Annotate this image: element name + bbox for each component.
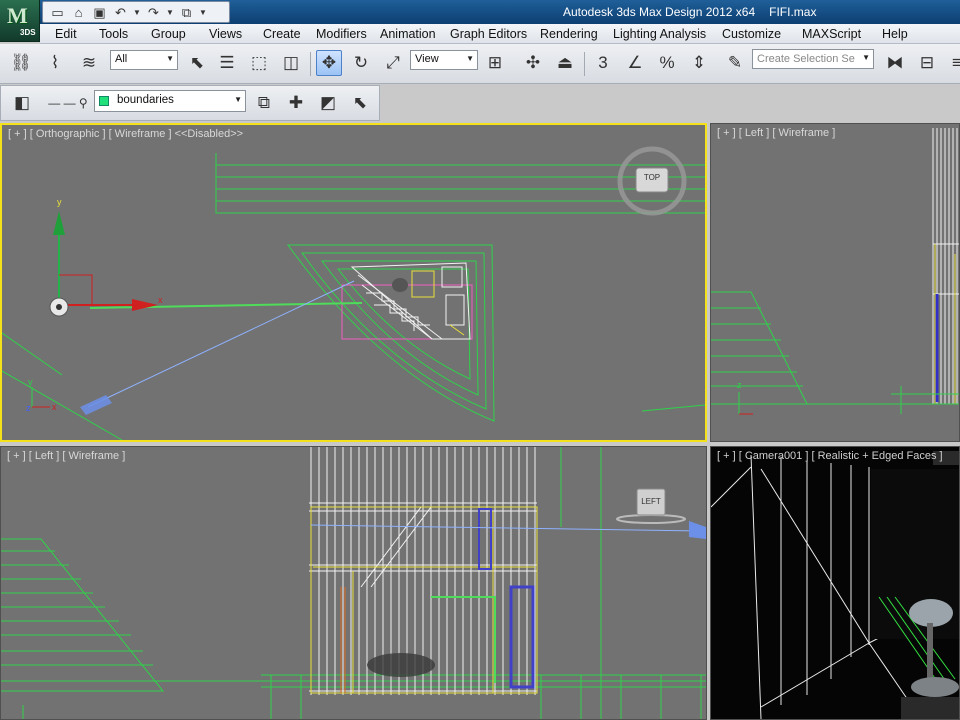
menu-graph-editors[interactable]: Graph Editors — [450, 27, 527, 41]
menu-tools[interactable]: Tools — [99, 27, 128, 41]
qat-dropdown-icon[interactable]: ▼ — [199, 8, 207, 17]
set-current-layer-icon[interactable]: ⬉ — [347, 90, 373, 116]
menu-animation[interactable]: Animation — [380, 27, 436, 41]
quick-access-toolbar: ▭ ⌂ ▣ ↶ ▼ ↷ ▼ ⧉ ▼ — [42, 1, 230, 23]
menu-lighting-analysis[interactable]: Lighting Analysis — [613, 27, 706, 41]
svg-text:y: y — [28, 377, 33, 387]
orthographic-wireframe: y x y x z — [2, 146, 705, 440]
create-new-layer-icon[interactable]: ⧉ — [251, 90, 277, 116]
selection-filter-dropdown[interactable]: All — [110, 50, 178, 70]
new-file-icon[interactable]: ▭ — [49, 4, 66, 21]
unlink-icon[interactable]: ⌇ — [42, 50, 68, 76]
layer-manager-icon[interactable]: ≡ — [944, 50, 960, 76]
viewport-label[interactable]: [ + ] [ Orthographic ] [ Wireframe ] <<D… — [8, 128, 243, 140]
toolbar-separator — [584, 52, 585, 76]
save-icon[interactable]: ▣ — [91, 4, 108, 21]
add-to-layer-icon[interactable]: ✚ — [283, 90, 309, 116]
select-object-icon[interactable]: ⬉ — [184, 50, 210, 76]
menu-maxscript[interactable]: MAXScript — [802, 27, 861, 41]
menu-modifiers[interactable]: Modifiers — [316, 27, 367, 41]
file-name: FIFI.max — [769, 5, 817, 19]
snap-value: 3 — [598, 53, 608, 72]
logo-text: 3DS — [20, 28, 36, 37]
window-crossing-icon[interactable]: ◫ — [278, 50, 304, 76]
viewport-left-upper[interactable]: [ + ] [ Left ] [ Wireframe ] z — [710, 123, 960, 442]
camera-render — [711, 451, 959, 719]
undo-dropdown-icon[interactable]: ▼ — [133, 8, 141, 17]
layer-visibility-icon[interactable]: — — ⚲ — [43, 90, 93, 116]
viewcube-left[interactable]: LEFT — [637, 497, 665, 509]
reference-coordinate-dropdown[interactable]: View — [410, 50, 478, 70]
align-icon[interactable]: ⊟ — [914, 50, 940, 76]
menu-group[interactable]: Group — [151, 27, 186, 41]
svg-text:x: x — [52, 402, 57, 412]
redo-dropdown-icon[interactable]: ▼ — [166, 8, 174, 17]
left-wireframe-lower — [1, 447, 706, 719]
title-bar: ▭ ⌂ ▣ ↶ ▼ ↷ ▼ ⧉ ▼ Autodesk 3ds Max Desig… — [0, 0, 960, 24]
snaps-toggle-icon[interactable]: 3 — [590, 50, 616, 76]
pivot-center-icon[interactable]: ⊞ — [482, 50, 508, 76]
select-link-icon[interactable]: ⛓ — [8, 50, 34, 76]
svg-text:y: y — [57, 197, 62, 207]
left-wireframe-upper: z — [711, 128, 959, 415]
project-folder-icon[interactable]: ⧉ — [178, 4, 195, 21]
redo-icon[interactable]: ↷ — [145, 4, 162, 21]
current-layer-name: boundaries — [117, 94, 174, 106]
svg-text:z: z — [26, 403, 31, 413]
menu-create[interactable]: Create — [263, 27, 301, 41]
bind-space-warp-icon[interactable]: ≋ — [76, 50, 102, 76]
menu-help[interactable]: Help — [882, 27, 908, 41]
viewcube-top[interactable]: TOP — [638, 173, 666, 185]
select-by-name-icon[interactable]: ☰ — [214, 50, 240, 76]
current-layer-dropdown[interactable]: boundaries — [94, 90, 246, 112]
keyboard-shortcut-override-icon[interactable]: ⏏ — [552, 50, 578, 76]
open-file-icon[interactable]: ⌂ — [70, 4, 87, 21]
menu-customize[interactable]: Customize — [722, 27, 781, 41]
layer-color-swatch — [99, 96, 109, 106]
app-title: Autodesk 3ds Max Design 2012 x64 — [563, 5, 756, 19]
mirror-icon[interactable]: ⧓ — [882, 50, 908, 76]
viewport-label[interactable]: [ + ] [ Left ] [ Wireframe ] — [7, 450, 125, 462]
viewport-camera[interactable]: [ + ] [ Camera001 ] [ Realistic + Edged … — [710, 446, 960, 720]
viewport-label[interactable]: [ + ] [ Left ] [ Wireframe ] — [717, 127, 835, 139]
angle-snap-icon[interactable]: ∠ — [622, 50, 648, 76]
undo-icon[interactable]: ↶ — [112, 4, 129, 21]
svg-text:x: x — [158, 295, 163, 305]
svg-text:z: z — [737, 380, 742, 390]
select-and-scale-icon[interactable]: ⤢ — [380, 50, 406, 76]
named-selection-set-field[interactable]: Create Selection Se — [752, 49, 874, 69]
spinner-snap-icon[interactable]: ⇕ — [686, 50, 712, 76]
menu-rendering[interactable]: Rendering — [540, 27, 598, 41]
rectangular-selection-icon[interactable]: ⬚ — [246, 50, 272, 76]
viewport-left-lower[interactable]: [ + ] [ Left ] [ Wireframe ] LEFT — [0, 446, 707, 720]
app-window: ▭ ⌂ ▣ ↶ ▼ ↷ ▼ ⧉ ▼ Autodesk 3ds Max Desig… — [0, 0, 960, 720]
window-title: Autodesk 3ds Max Design 2012 x64 FIFI.max — [563, 5, 830, 19]
edit-named-selection-icon[interactable]: ✎ — [722, 50, 748, 76]
menu-edit[interactable]: Edit — [55, 27, 77, 41]
select-and-rotate-icon[interactable]: ↻ — [348, 50, 374, 76]
select-and-move-icon[interactable]: ✥ — [316, 50, 342, 76]
percent-snap-icon[interactable]: % — [654, 50, 680, 76]
menu-views[interactable]: Views — [209, 27, 242, 41]
select-objects-in-layer-icon[interactable]: ◩ — [315, 90, 341, 116]
toolbar-separator — [310, 52, 311, 76]
select-manipulate-icon[interactable]: ✣ — [520, 50, 546, 76]
application-button[interactable]: M 3DS — [0, 0, 40, 42]
max-logo-icon: M — [7, 3, 28, 28]
layer-manager-icon[interactable]: ◧ — [9, 90, 35, 116]
viewport-orthographic[interactable]: [ + ] [ Orthographic ] [ Wireframe ] <<D… — [0, 123, 707, 442]
menu-bar: Edit Tools Group Views Create Modifiers … — [40, 24, 960, 44]
viewport-label[interactable]: [ + ] [ Camera001 ] [ Realistic + Edged … — [717, 450, 943, 462]
